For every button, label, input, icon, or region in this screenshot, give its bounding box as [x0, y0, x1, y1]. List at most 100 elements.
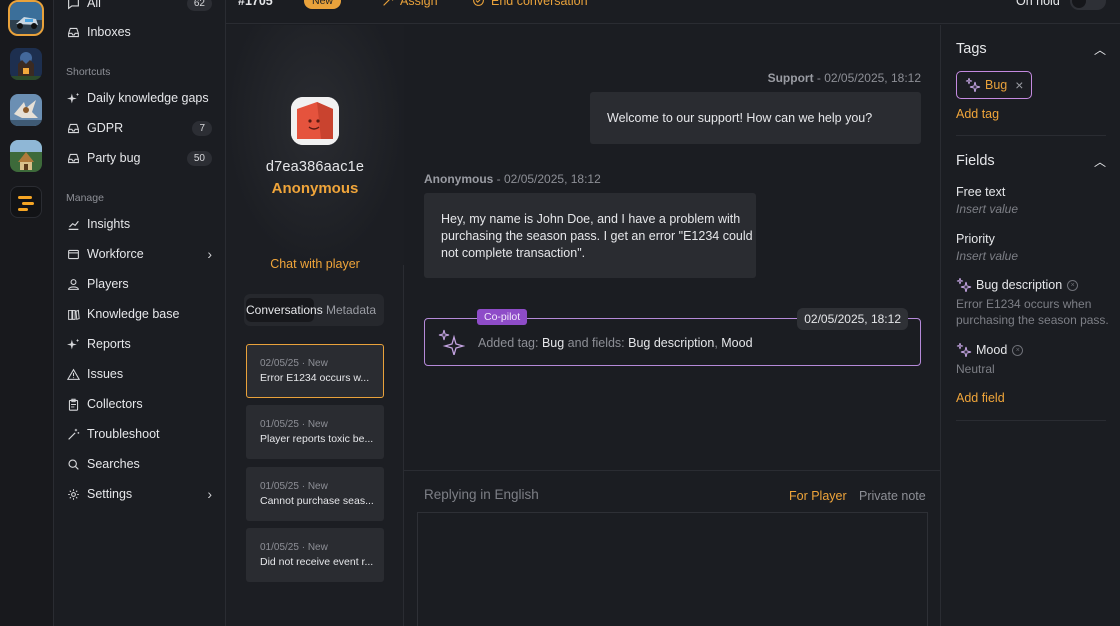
field-label-bug-description: Bug description × — [956, 278, 1079, 292]
tag-chip[interactable]: Bug × — [956, 71, 1033, 99]
nav-item-reports[interactable]: Reports — [66, 332, 212, 356]
chat-area: Support - 02/05/2025, 18:12 Welcome to o… — [404, 25, 940, 626]
tab-for-player[interactable]: For Player — [789, 489, 847, 503]
field-value-mood[interactable]: Neutral — [956, 361, 1116, 377]
add-tag-button[interactable]: Add tag — [956, 107, 999, 121]
nav-item-troubleshoot[interactable]: Troubleshoot — [66, 422, 212, 446]
chat-bubble-icon — [66, 0, 80, 10]
nav-item-daily-knowledge-gaps[interactable]: Daily knowledge gaps — [66, 86, 212, 110]
conversation-preview: Error E1234 occurs w... — [260, 372, 370, 384]
message-line: purchasing the season pass. I get an err… — [441, 229, 753, 243]
chevron-up-icon[interactable]: ︿ — [1094, 41, 1106, 58]
nav-item-all[interactable]: All 62 — [66, 0, 212, 15]
assign-button[interactable]: Assign — [382, 0, 438, 8]
chevron-up-icon[interactable]: ︿ — [1094, 153, 1106, 170]
nav-item-collectors[interactable]: Collectors — [66, 392, 212, 416]
info-icon[interactable]: × — [1067, 279, 1079, 291]
copilot-field-name: Mood — [721, 336, 753, 350]
assign-label: Assign — [400, 0, 438, 8]
nav-item-issues[interactable]: Issues — [66, 362, 212, 386]
conversation-card[interactable]: 02/05/25 · New Error E1234 occurs w... — [246, 344, 384, 398]
on-hold-label: On hold — [1016, 0, 1060, 8]
message-bubble-player: Hey, my name is John Doe, and I have a p… — [424, 193, 756, 278]
end-conversation-button[interactable]: End conversation — [472, 0, 588, 8]
check-circle-icon — [473, 0, 484, 6]
game-icon-dragon[interactable] — [10, 94, 42, 126]
message-text: Welcome to our support! How can we help … — [607, 111, 873, 125]
chart-icon — [66, 217, 80, 231]
nav-item-settings[interactable]: Settings › — [66, 482, 212, 506]
window-icon — [66, 247, 80, 261]
nav-item-label: Issues — [87, 367, 124, 381]
on-hold-toggle[interactable] — [1070, 0, 1106, 10]
game-icon-castle[interactable] — [10, 48, 42, 80]
tab-private-note[interactable]: Private note — [859, 489, 926, 503]
close-icon[interactable]: × — [1015, 77, 1023, 93]
message-author: Support — [767, 71, 814, 85]
inbox-icon — [66, 25, 80, 39]
player-panel: d7ea386aac1e Anonymous Chat with player … — [226, 25, 404, 626]
chevron-right-icon: › — [207, 486, 212, 502]
user-icon — [66, 277, 80, 291]
reply-editor[interactable] — [417, 512, 928, 626]
nav-item-label: All — [87, 0, 101, 10]
status-badge: New — [304, 0, 342, 9]
nav-item-inboxes[interactable]: Inboxes — [66, 20, 212, 44]
fields-section-title: Fields — [956, 153, 995, 169]
reply-heading: Replying in English — [424, 487, 539, 502]
nav-item-label: Party bug — [87, 151, 141, 165]
copilot-badge: Co-pilot — [477, 309, 528, 325]
brand-logo[interactable] — [10, 186, 42, 218]
nav-item-party-bug[interactable]: Party bug 50 — [66, 146, 212, 170]
count-badge: 62 — [186, 0, 212, 11]
copilot-event: Co-pilot 02/05/2025, 18:12 Added tag: Bu… — [424, 308, 921, 366]
message-meta: Anonymous - 02/05/2025, 18:12 — [424, 172, 601, 186]
conversation-card[interactable]: 01/05/25 · New Cannot purchase seas... — [246, 467, 384, 521]
chat-with-player-link[interactable]: Chat with player — [226, 257, 404, 271]
field-label-mood: Mood × — [956, 343, 1024, 357]
message-line: Hey, my name is John Doe, and I have a p… — [441, 212, 741, 226]
nav-item-label: Inboxes — [87, 25, 131, 39]
app-root: All 62 Inboxes Shortcuts Daily knowledge… — [0, 0, 1120, 626]
tab-metadata[interactable]: Metadata — [322, 298, 380, 322]
nav-item-knowledge-base[interactable]: Knowledge base — [66, 302, 212, 326]
add-field-button[interactable]: Add field — [956, 391, 1005, 405]
game-icon-village[interactable] — [10, 140, 42, 172]
sparkle-icon — [437, 329, 466, 358]
copilot-timestamp: 02/05/2025, 18:12 — [797, 308, 908, 330]
nav-item-label: Insights — [87, 217, 131, 231]
message-meta: Support - 02/05/2025, 18:12 — [768, 71, 921, 85]
conversation-date: 01/05/25 · New — [260, 542, 328, 553]
nav-item-workforce[interactable]: Workforce › — [66, 242, 212, 266]
nav-item-label: Daily knowledge gaps — [87, 91, 209, 105]
manage-section-label: Manage — [66, 192, 104, 204]
game-switcher-rail — [0, 0, 54, 626]
nav-item-gdpr[interactable]: GDPR 7 — [66, 116, 212, 140]
field-label-free-text: Free text — [956, 185, 1006, 199]
assign-icon — [383, 0, 394, 6]
game-icon-racing[interactable] — [8, 0, 44, 36]
field-value-bug-description[interactable]: Error E1234 occurs when purchasing the s… — [956, 296, 1111, 328]
nav-item-players[interactable]: Players — [66, 272, 212, 296]
tags-section-title: Tags — [956, 41, 987, 57]
details-panel: Tags ︿ Bug × Add tag Fields ︿ Free text … — [940, 25, 1120, 626]
tab-conversations[interactable]: Conversations — [246, 298, 323, 322]
nav-item-searches[interactable]: Searches — [66, 452, 212, 476]
conversation-card[interactable]: 01/05/25 · New Did not receive event r..… — [246, 528, 384, 582]
field-input-priority[interactable]: Insert value — [956, 248, 1116, 264]
message-bubble-support: Welcome to our support! How can we help … — [590, 92, 921, 144]
player-id: d7ea386aac1e — [265, 159, 365, 175]
search-icon — [66, 457, 80, 471]
nav-item-label: Players — [87, 277, 129, 291]
conversation-card[interactable]: 01/05/25 · New Player reports toxic be..… — [246, 405, 384, 459]
avatar — [291, 97, 339, 145]
field-input-free-text[interactable]: Insert value — [956, 201, 1116, 217]
nav-item-insights[interactable]: Insights — [66, 212, 212, 236]
gear-icon — [66, 487, 80, 501]
end-conversation-label: End conversation — [491, 0, 588, 8]
nav-sidebar: All 62 Inboxes Shortcuts Daily knowledge… — [54, 0, 226, 626]
info-icon[interactable]: × — [1012, 344, 1024, 356]
sparkle-icon — [965, 78, 981, 92]
sparkle-icon — [956, 343, 972, 357]
conversation-topbar: #1705 New Assign End conversation On hol… — [226, 0, 1120, 24]
